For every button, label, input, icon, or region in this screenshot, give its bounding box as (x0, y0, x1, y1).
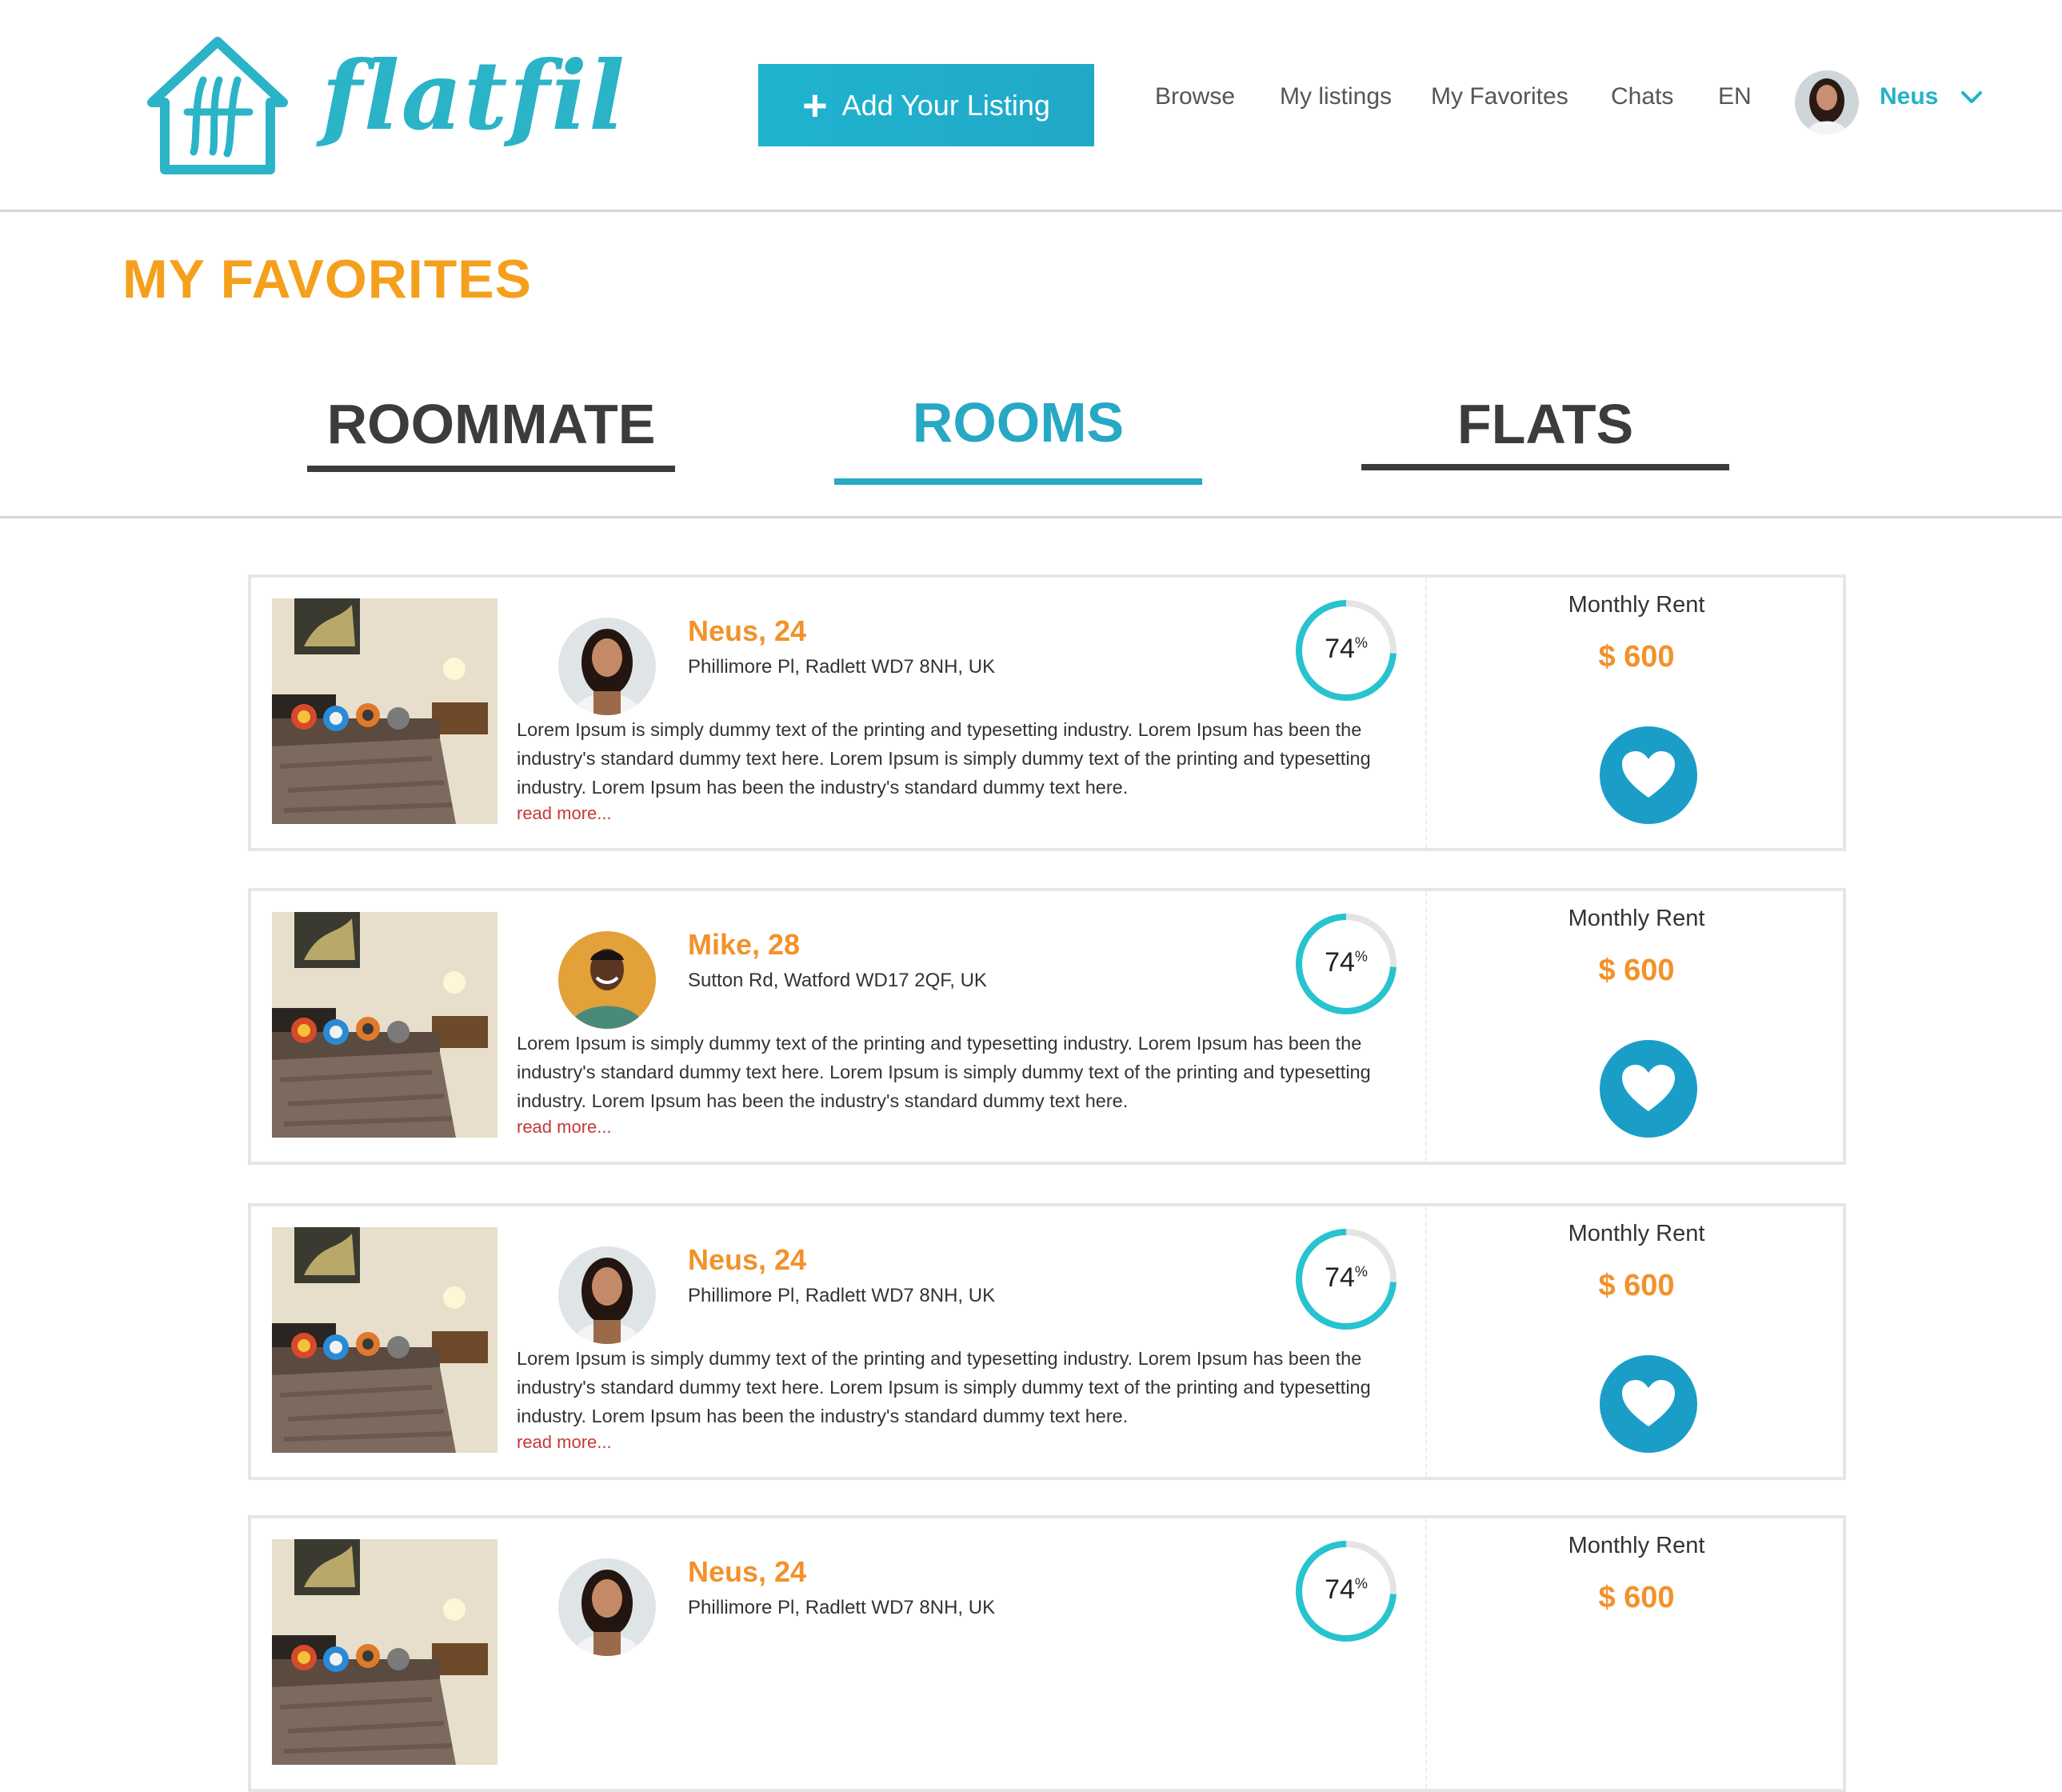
tab-underline (307, 466, 675, 472)
room-image[interactable] (272, 912, 498, 1138)
match-score: 74% (1294, 598, 1398, 702)
page-title: MY FAVORITES (122, 249, 533, 310)
tab-roommate[interactable]: ROOMMATE (307, 392, 675, 472)
listing-address: Sutton Rd, Watford WD17 2QF, UK (688, 970, 987, 991)
host-name[interactable]: Mike, 28 (688, 928, 800, 962)
host-avatar[interactable] (558, 931, 656, 1029)
favorite-button[interactable] (1600, 1040, 1697, 1138)
read-more-link[interactable]: read more... (517, 1117, 612, 1138)
favorite-button[interactable] (1600, 1355, 1697, 1453)
rent-label: Monthly Rent (1568, 906, 1705, 931)
heart-icon (1622, 751, 1675, 798)
read-more-link[interactable]: read more... (517, 1432, 612, 1453)
match-score: 74% (1294, 1539, 1398, 1643)
match-percent: 74 (1325, 1574, 1355, 1605)
favorite-button[interactable] (1600, 726, 1697, 824)
listing-card[interactable]: Neus, 24 Phillimore Pl, Radlett WD7 8NH,… (248, 574, 1846, 851)
tab-underline (1361, 464, 1729, 470)
user-name[interactable]: Neus (1880, 83, 1938, 110)
language-selector[interactable]: EN (1718, 83, 1752, 110)
read-more-link[interactable]: read more... (517, 803, 612, 824)
listing-description: Lorem Ipsum is simply dummy text of the … (517, 1348, 1371, 1426)
nav-my-favorites[interactable]: My Favorites (1431, 83, 1568, 110)
listing-description: Lorem Ipsum is simply dummy text of the … (517, 1033, 1371, 1111)
host-avatar[interactable] (558, 1558, 656, 1656)
host-avatar-image (558, 931, 656, 1029)
room-photo (272, 1227, 498, 1453)
rent-price: $ 600 (1598, 1581, 1675, 1614)
room-image[interactable] (272, 1539, 498, 1765)
user-avatar[interactable] (1795, 70, 1859, 134)
add-listing-button[interactable]: + Add Your Listing (758, 64, 1094, 146)
tab-roommate-label: ROOMMATE (326, 393, 656, 455)
nav-browse[interactable]: Browse (1155, 83, 1235, 110)
chevron-down-icon[interactable] (1960, 86, 1984, 107)
host-avatar-image (558, 618, 656, 715)
house-logo-icon (147, 37, 288, 174)
rent-price: $ 600 (1598, 640, 1675, 674)
flatfil-logo[interactable]: flatfil (138, 32, 625, 180)
listing-card[interactable]: Mike, 28 Sutton Rd, Watford WD17 2QF, UK… (248, 888, 1846, 1165)
tab-rooms-label: ROOMS (912, 391, 1125, 454)
rent-label: Monthly Rent (1568, 592, 1705, 618)
room-image[interactable] (272, 598, 498, 824)
host-avatar-image (558, 1558, 656, 1656)
heart-icon (1622, 1065, 1675, 1111)
room-photo (272, 1539, 498, 1765)
host-name[interactable]: Neus, 24 (688, 614, 806, 648)
host-name[interactable]: Neus, 24 (688, 1555, 806, 1589)
tab-flats[interactable]: FLATS (1361, 392, 1729, 470)
nav-chats[interactable]: Chats (1611, 83, 1673, 110)
rent-label: Monthly Rent (1568, 1221, 1705, 1246)
room-photo (272, 598, 498, 824)
tab-underline-active (834, 478, 1202, 485)
match-score: 74% (1294, 912, 1398, 1016)
rent-price: $ 600 (1598, 954, 1675, 987)
match-percent: 74 (1325, 1262, 1355, 1293)
header-divider (0, 210, 2062, 212)
host-avatar-image (558, 1246, 656, 1344)
rent-label: Monthly Rent (1568, 1533, 1705, 1558)
room-photo (272, 912, 498, 1138)
host-avatar[interactable] (558, 618, 656, 715)
add-listing-label: Add Your Listing (841, 88, 1050, 122)
listing-address: Phillimore Pl, Radlett WD7 8NH, UK (688, 656, 996, 678)
listing-card[interactable]: Neus, 24 Phillimore Pl, Radlett WD7 8NH,… (248, 1515, 1846, 1792)
room-image[interactable] (272, 1227, 498, 1453)
host-avatar[interactable] (558, 1246, 656, 1344)
match-percent: 74 (1325, 634, 1355, 664)
listing-address: Phillimore Pl, Radlett WD7 8NH, UK (688, 1285, 996, 1306)
tab-rooms[interactable]: ROOMS (834, 390, 1202, 485)
nav-my-listings[interactable]: My listings (1280, 83, 1392, 110)
tabs-divider (0, 516, 2062, 518)
listing-address: Phillimore Pl, Radlett WD7 8NH, UK (688, 1597, 996, 1618)
heart-icon (1622, 1380, 1675, 1426)
host-name[interactable]: Neus, 24 (688, 1243, 806, 1277)
rent-price: $ 600 (1598, 1269, 1675, 1302)
listing-card[interactable]: Neus, 24 Phillimore Pl, Radlett WD7 8NH,… (248, 1203, 1846, 1480)
user-avatar-image (1795, 70, 1859, 134)
plus-icon: + (802, 81, 828, 130)
listing-description: Lorem Ipsum is simply dummy text of the … (517, 719, 1371, 798)
match-percent: 74 (1325, 947, 1355, 978)
tab-flats-label: FLATS (1457, 393, 1634, 455)
logo-wordmark: flatfil (322, 40, 626, 151)
match-score: 74% (1294, 1227, 1398, 1331)
